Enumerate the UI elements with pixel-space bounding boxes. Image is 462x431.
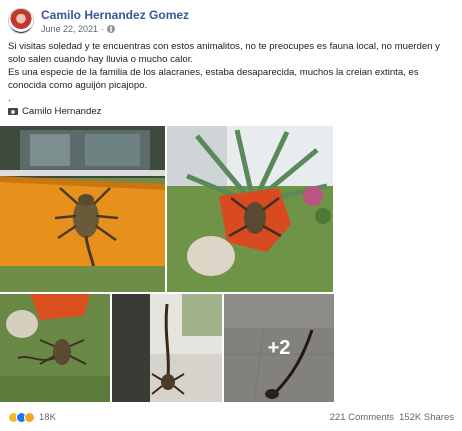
shares-count[interactable]: 152K Shares — [399, 412, 454, 423]
globe-icon — [107, 25, 116, 33]
post-photo[interactable] — [0, 126, 165, 292]
post-header: Camilo Hernandez Gomez June 22, 2021 · — [8, 4, 189, 38]
reactions-summary[interactable]: 18K — [8, 412, 56, 423]
more-photos-count: +2 — [267, 336, 291, 359]
post-photo[interactable] — [167, 126, 333, 292]
post-photo[interactable] — [112, 294, 222, 402]
post-date[interactable]: June 22, 2021 — [41, 24, 98, 34]
header-text: Camilo Hernandez Gomez June 22, 2021 · — [41, 8, 189, 34]
post-footer: 18K 221 Comments 152K Shares — [0, 404, 462, 431]
post-photo[interactable] — [0, 294, 110, 402]
post-paragraph: Es una especie de la familia de los alac… — [8, 67, 419, 91]
facebook-post: Camilo Hernandez Gomez June 22, 2021 · S… — [0, 0, 462, 431]
comments-count[interactable]: 221 Comments — [330, 412, 394, 423]
photo-image — [0, 294, 110, 402]
photo-credit: Camilo Hernandez — [8, 105, 458, 118]
post-photo-more[interactable]: +2 — [224, 294, 334, 402]
photo-image — [112, 294, 222, 402]
post-paragraph: Si visitas soledad y te encuentras con e… — [8, 41, 440, 65]
engagement-stats: 221 Comments 152K Shares — [330, 412, 454, 423]
author-name[interactable]: Camilo Hernandez Gomez — [41, 8, 189, 22]
post-meta: June 22, 2021 · — [41, 24, 189, 34]
meta-separator: · — [101, 24, 105, 34]
photo-image — [167, 126, 333, 292]
post-body: Si visitas soledad y te encuentras con e… — [8, 40, 458, 118]
photo-credit-name: Camilo Hernandez — [22, 106, 102, 117]
post-paragraph: . — [8, 93, 11, 104]
avatar[interactable] — [8, 8, 34, 34]
photo-image — [0, 126, 165, 292]
reaction-count: 18K — [39, 412, 56, 423]
more-photos-overlay[interactable]: +2 — [224, 294, 334, 402]
wow-icon — [24, 412, 35, 423]
camera-icon — [8, 108, 18, 115]
